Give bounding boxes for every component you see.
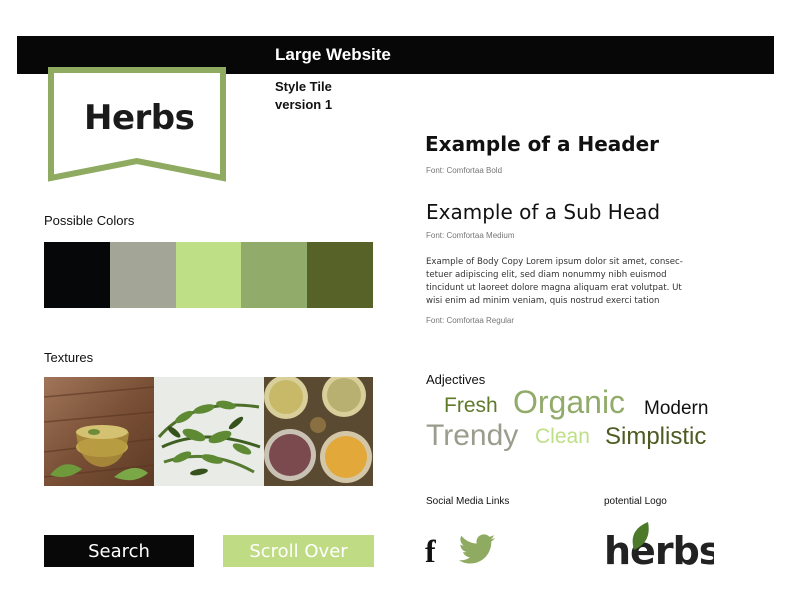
texture-herbs-image bbox=[154, 377, 264, 486]
body-copy-line: tetuer adipiscing elit, sed diam nonummy… bbox=[426, 270, 667, 280]
body-copy-line: tincidunt ut laoreet dolore magna aliqua… bbox=[426, 283, 682, 293]
adjective-simplistic: Simplistic bbox=[605, 423, 707, 450]
body-font-note: Font: Comfortaa Regular bbox=[426, 316, 515, 325]
color-swatch-olive bbox=[307, 242, 373, 308]
colors-label: Possible Colors bbox=[44, 213, 135, 228]
logo-text: Herbs bbox=[84, 98, 195, 138]
example-header: Example of a Header bbox=[425, 132, 660, 156]
texture-images bbox=[44, 377, 373, 486]
header-font-note: Font: Comfortaa Bold bbox=[426, 166, 503, 175]
potential-logo-label: potential Logo bbox=[604, 496, 667, 507]
color-swatches bbox=[44, 242, 373, 308]
style-tile-title: Style Tile version 1 bbox=[275, 78, 332, 114]
social-label: Social Media Links bbox=[426, 496, 510, 507]
scroll-over-button[interactable]: Scroll Over bbox=[223, 535, 374, 567]
textures-label: Textures bbox=[44, 350, 94, 365]
adjective-trendy: Trendy bbox=[426, 419, 519, 452]
adjective-clean: Clean bbox=[535, 425, 590, 448]
herbs-logo-text: herbs bbox=[604, 529, 714, 572]
herbs-logo: herbs bbox=[604, 522, 714, 572]
site-title: Large Website bbox=[275, 45, 391, 64]
texture-jars-image bbox=[264, 377, 373, 486]
texture-tea-image bbox=[44, 377, 154, 486]
body-copy-line: wisi enim ad minim veniam, quis nostrud … bbox=[426, 296, 660, 306]
color-swatch-sage bbox=[241, 242, 308, 308]
body-copy-line: Example of Body Copy Lorem ipsum dolor s… bbox=[426, 257, 683, 267]
adjective-modern: Modern bbox=[644, 398, 709, 419]
adjective-fresh: Fresh bbox=[444, 394, 498, 417]
adjectives-label: Adjectives bbox=[426, 372, 486, 387]
search-button[interactable]: Search bbox=[44, 535, 194, 567]
style-tile-line1: Style Tile bbox=[275, 79, 332, 94]
subhead-font-note: Font: Comfortaa Medium bbox=[426, 231, 515, 240]
facebook-icon[interactable]: f bbox=[425, 533, 436, 570]
adjective-organic: Organic bbox=[513, 384, 626, 420]
color-swatch-gray bbox=[109, 242, 176, 308]
color-swatch-black bbox=[44, 242, 110, 308]
example-subhead: Example of a Sub Head bbox=[426, 200, 661, 224]
color-swatch-lime bbox=[175, 242, 242, 308]
twitter-icon[interactable] bbox=[458, 534, 496, 566]
style-tile-version: version 1 bbox=[275, 97, 333, 112]
example-body-copy: Example of Body Copy Lorem ipsum dolor s… bbox=[426, 256, 726, 308]
